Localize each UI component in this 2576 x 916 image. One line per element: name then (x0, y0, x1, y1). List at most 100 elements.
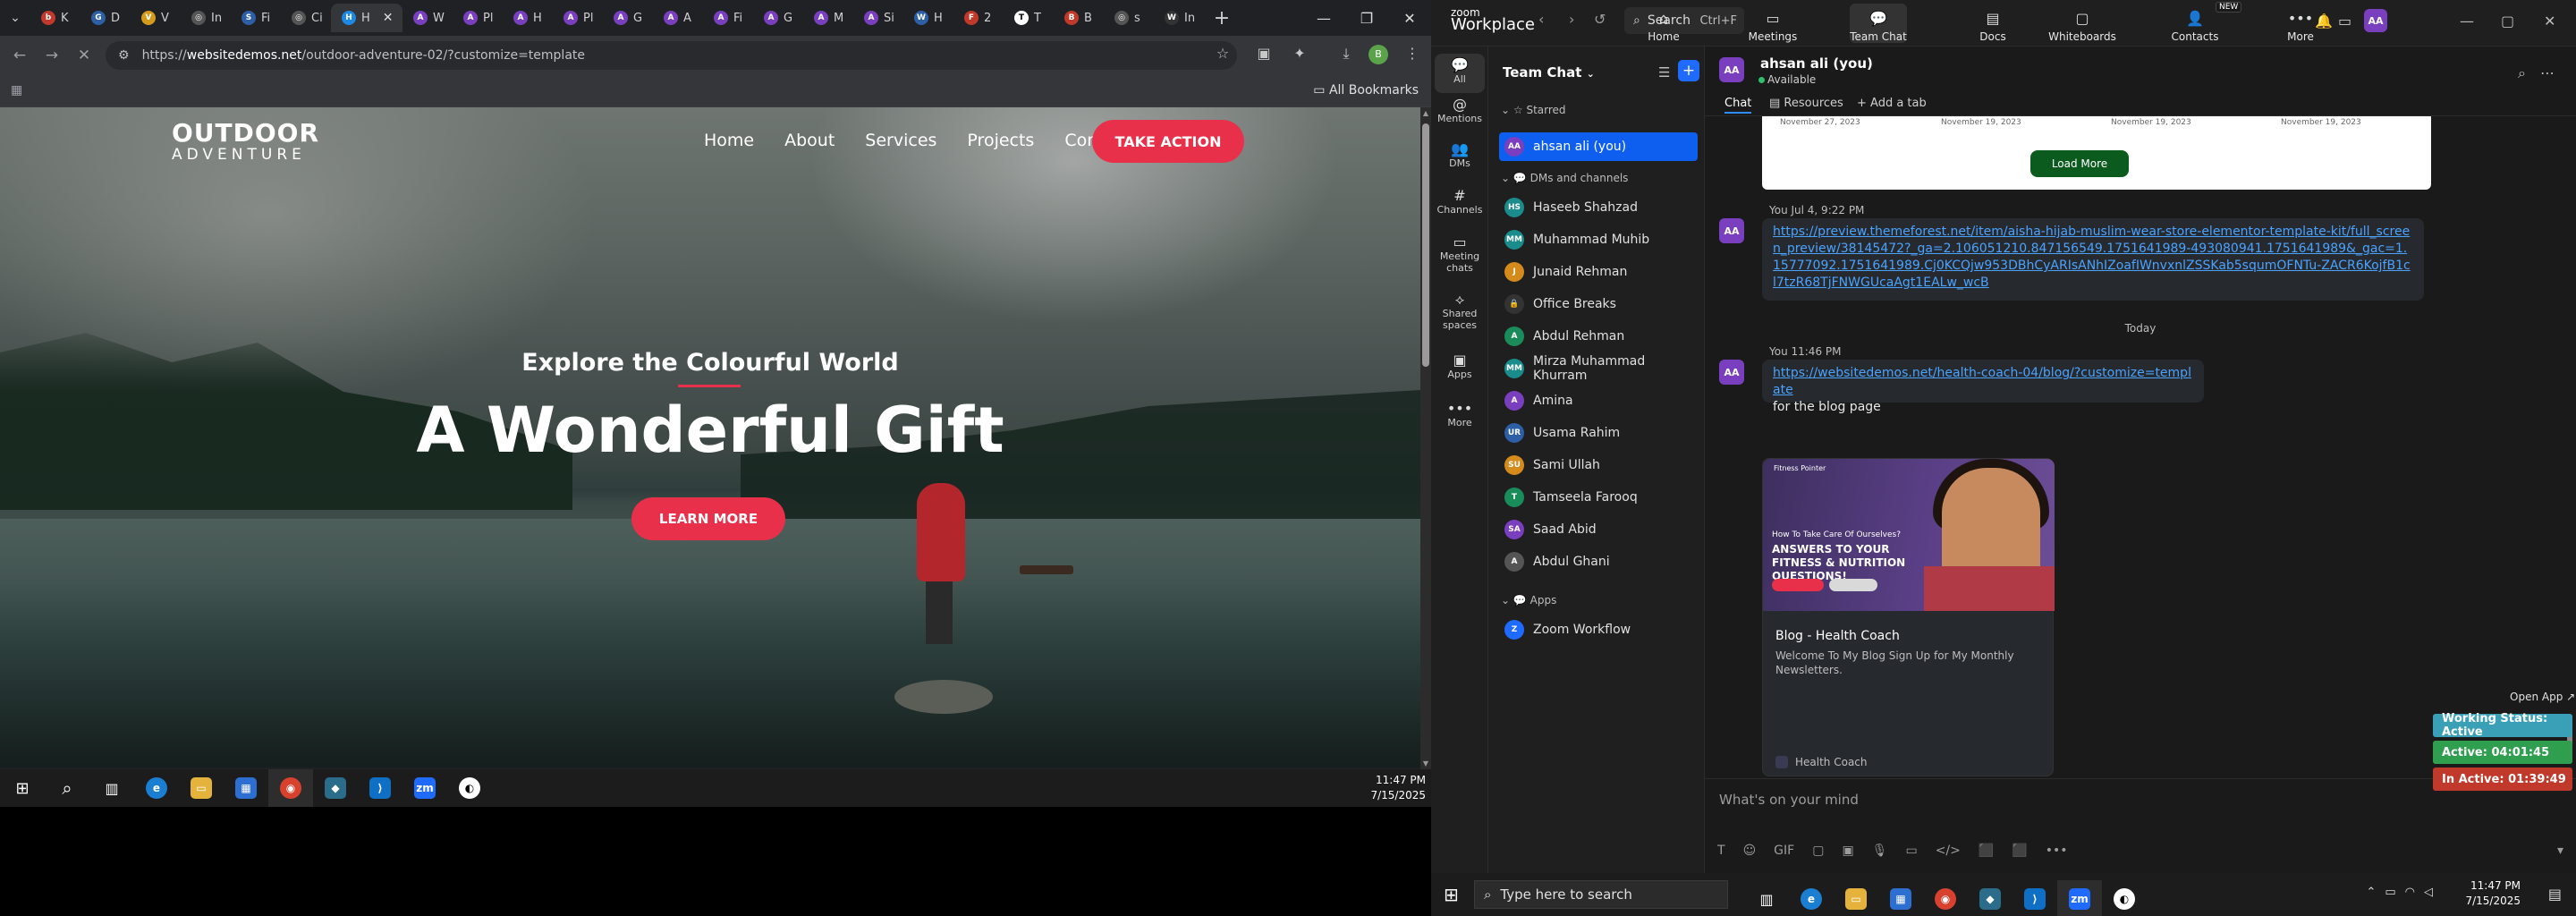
nav-home[interactable]: ⌂ Home (1632, 4, 1695, 43)
rail-apps[interactable]: ▣ Apps (1431, 353, 1488, 381)
contact-item[interactable]: AA ahsan ali (you) (1499, 132, 1698, 161)
open-app-button[interactable]: Open App ↗ (2510, 691, 2575, 703)
minimize-button[interactable]: — (1302, 0, 1345, 36)
contact-item[interactable]: MM Muhammad Muhib (1499, 225, 1698, 254)
rail-channels[interactable]: # Channels (1431, 189, 1488, 216)
browser-tab[interactable]: A Pl (453, 4, 503, 32)
nav-meetings[interactable]: ▭ Meetings (1741, 4, 1804, 43)
rail-mentions[interactable]: @ Mentions (1431, 98, 1488, 125)
browser-tab[interactable]: WH (903, 4, 953, 32)
windows-icon[interactable]: ⊞ (1444, 884, 1459, 905)
rail-shared-spaces[interactable]: ⟡ Shared spaces (1431, 293, 1488, 332)
tab-search-icon[interactable]: ⌄ (0, 0, 30, 36)
system-tray[interactable]: ⌃▭◠◁ (2366, 886, 2442, 899)
browser-tab[interactable]: H H ✕ (331, 4, 402, 32)
chat-search-icon[interactable]: ⌕ (2518, 64, 2526, 82)
browser-tab[interactable]: AH (503, 4, 553, 32)
zoom-maximize-icon[interactable]: ▢ (2501, 13, 2514, 30)
message-composer[interactable]: What's on your mind T ☺ GIF ▢ ▣ 🎙 ▭ </> ⬛ ⬛ ••• ▾ (1705, 778, 2576, 873)
composer-tool-icon[interactable]: ⬛ (2012, 844, 2027, 858)
vscode-button[interactable]: ⟩ (358, 769, 402, 807)
download-icon[interactable]: ⤓ (1335, 45, 1358, 66)
message-link[interactable]: https://preview.themeforest.net/item/ais… (1773, 225, 2411, 290)
address-bar[interactable]: ⚙ https://websitedemos.net/outdoor-adven… (106, 41, 1237, 70)
contact-item[interactable]: Z Zoom Workflow (1499, 615, 1698, 644)
start-button[interactable]: ⊞ (0, 769, 45, 807)
bookmark-star-icon[interactable]: ☆ (1211, 45, 1234, 66)
contact-item[interactable]: MM Mirza Muhammad Khurram (1499, 354, 1698, 383)
store-button[interactable]: ▦ (1878, 880, 1923, 916)
scroll-down-icon[interactable]: ▼ (1420, 759, 1431, 768)
app-button[interactable]: ◆ (313, 769, 358, 807)
browser-tab[interactable]: ◎ In (181, 4, 231, 32)
forward-icon[interactable]: › (1569, 11, 1574, 28)
send-options-icon[interactable]: ▾ (2557, 844, 2563, 858)
close-tab-icon[interactable]: ✕ (383, 11, 394, 25)
contact-item[interactable]: J Junaid Rehman (1499, 258, 1698, 286)
chrome-button[interactable]: ◉ (268, 769, 313, 807)
explorer-button[interactable]: ▭ (1834, 880, 1878, 916)
nav-link-home[interactable]: Home (704, 131, 754, 150)
contact-item[interactable]: A Abdul Ghani (1499, 547, 1698, 576)
all-bookmarks-button[interactable]: ▭ All Bookmarks (1313, 83, 1419, 98)
scroll-thumb[interactable] (1422, 123, 1429, 367)
composer-tool-icon[interactable]: GIF (1774, 844, 1794, 858)
team-chat-header[interactable]: Team Chat ⌄ (1503, 64, 1595, 81)
contact-item[interactable]: HS Haseeb Shahzad (1499, 193, 1698, 222)
contact-item[interactable]: T Tamseela Farooq (1499, 483, 1698, 512)
zoom-button[interactable]: zm (402, 769, 447, 807)
zoom-close-icon[interactable]: ✕ (2544, 13, 2555, 30)
edge-button[interactable]: e (134, 769, 179, 807)
composer-tool-icon[interactable]: ☺ (1743, 844, 1757, 858)
browser-menu-icon[interactable]: ⋮ (1401, 45, 1424, 66)
browser-tab[interactable]: AG (603, 4, 653, 32)
network-icon[interactable]: ▭ (2385, 886, 2404, 899)
app-button[interactable]: ◆ (1968, 880, 2012, 916)
filter-icon[interactable]: ☰ (1658, 64, 1670, 81)
browser-tab[interactable]: AG (753, 4, 803, 32)
profile-avatar[interactable]: B (1368, 45, 1388, 64)
browser-tab[interactable]: AA (653, 4, 703, 32)
take-action-button[interactable]: TAKE ACTION (1092, 120, 1244, 163)
browser-tab[interactable]: W In (1154, 4, 1204, 32)
starred-section[interactable]: ⌄ ☆ Starred (1501, 104, 1566, 116)
browser-tab[interactable]: A Si (853, 4, 903, 32)
notification-icon[interactable]: ▤ (2548, 886, 2562, 903)
rail-all[interactable]: 💬 All (1435, 54, 1485, 93)
close-window-button[interactable]: ✕ (1388, 0, 1431, 36)
app2-button[interactable]: ◐ (2102, 880, 2147, 916)
notifications-bell-icon[interactable]: 🔔 (2315, 13, 2333, 30)
contact-item[interactable]: 🔒 Office Breaks (1499, 290, 1698, 318)
rail-dms[interactable]: 👥 DMs (1431, 142, 1488, 170)
dms-section[interactable]: ⌄ 💬 DMs and channels (1501, 172, 1628, 184)
stop-loading-icon[interactable]: ✕ (72, 43, 97, 68)
volume-icon[interactable]: ◁ (2424, 886, 2442, 899)
nav-docs[interactable]: ▤ Docs (1962, 4, 2024, 43)
app2-button[interactable]: ◐ (447, 769, 492, 807)
chat-scrollbar[interactable] (2565, 116, 2574, 778)
browser-tab[interactable]: ◎ s (1104, 4, 1154, 32)
composer-tool-icon[interactable]: ▣ (1842, 844, 1853, 858)
composer-tool-icon[interactable]: ⬛ (1979, 844, 1994, 858)
contact-item[interactable]: SU Sami Ullah (1499, 451, 1698, 479)
store-button[interactable]: ▦ (224, 769, 268, 807)
back-icon[interactable]: ‹ (1538, 11, 1544, 28)
add-tab-button[interactable]: + Add a tab (1857, 97, 1927, 110)
composer-tool-icon[interactable]: ▭ (1905, 844, 1917, 858)
browser-tab[interactable]: GD (80, 4, 131, 32)
composer-tool-icon[interactable]: ▢ (1812, 844, 1824, 858)
task-view-button[interactable]: ▥ (89, 769, 134, 807)
tab-chat[interactable]: Chat (1724, 97, 1752, 114)
clock-left[interactable]: 11:47 PM 7/15/2025 (1370, 773, 1426, 803)
vscode-button[interactable]: ⟩ (2012, 880, 2057, 916)
apps-section[interactable]: ⌄ 💬 Apps (1501, 594, 1556, 606)
history-icon[interactable]: ↺ (1594, 11, 1606, 28)
browser-tab[interactable]: bK (30, 4, 80, 32)
wifi-icon[interactable]: ◠ (2405, 886, 2424, 899)
browser-tab[interactable]: F2 (953, 4, 1004, 32)
chevron-up-icon[interactable]: ⌃ (2366, 886, 2385, 899)
new-chat-button[interactable]: + (1678, 60, 1699, 81)
link-preview-card[interactable]: Fitness Pointer How To Take Care Of Ours… (1762, 458, 2055, 776)
browser-tab[interactable]: TT (1004, 4, 1054, 32)
browser-tab[interactable]: VV (131, 4, 181, 32)
